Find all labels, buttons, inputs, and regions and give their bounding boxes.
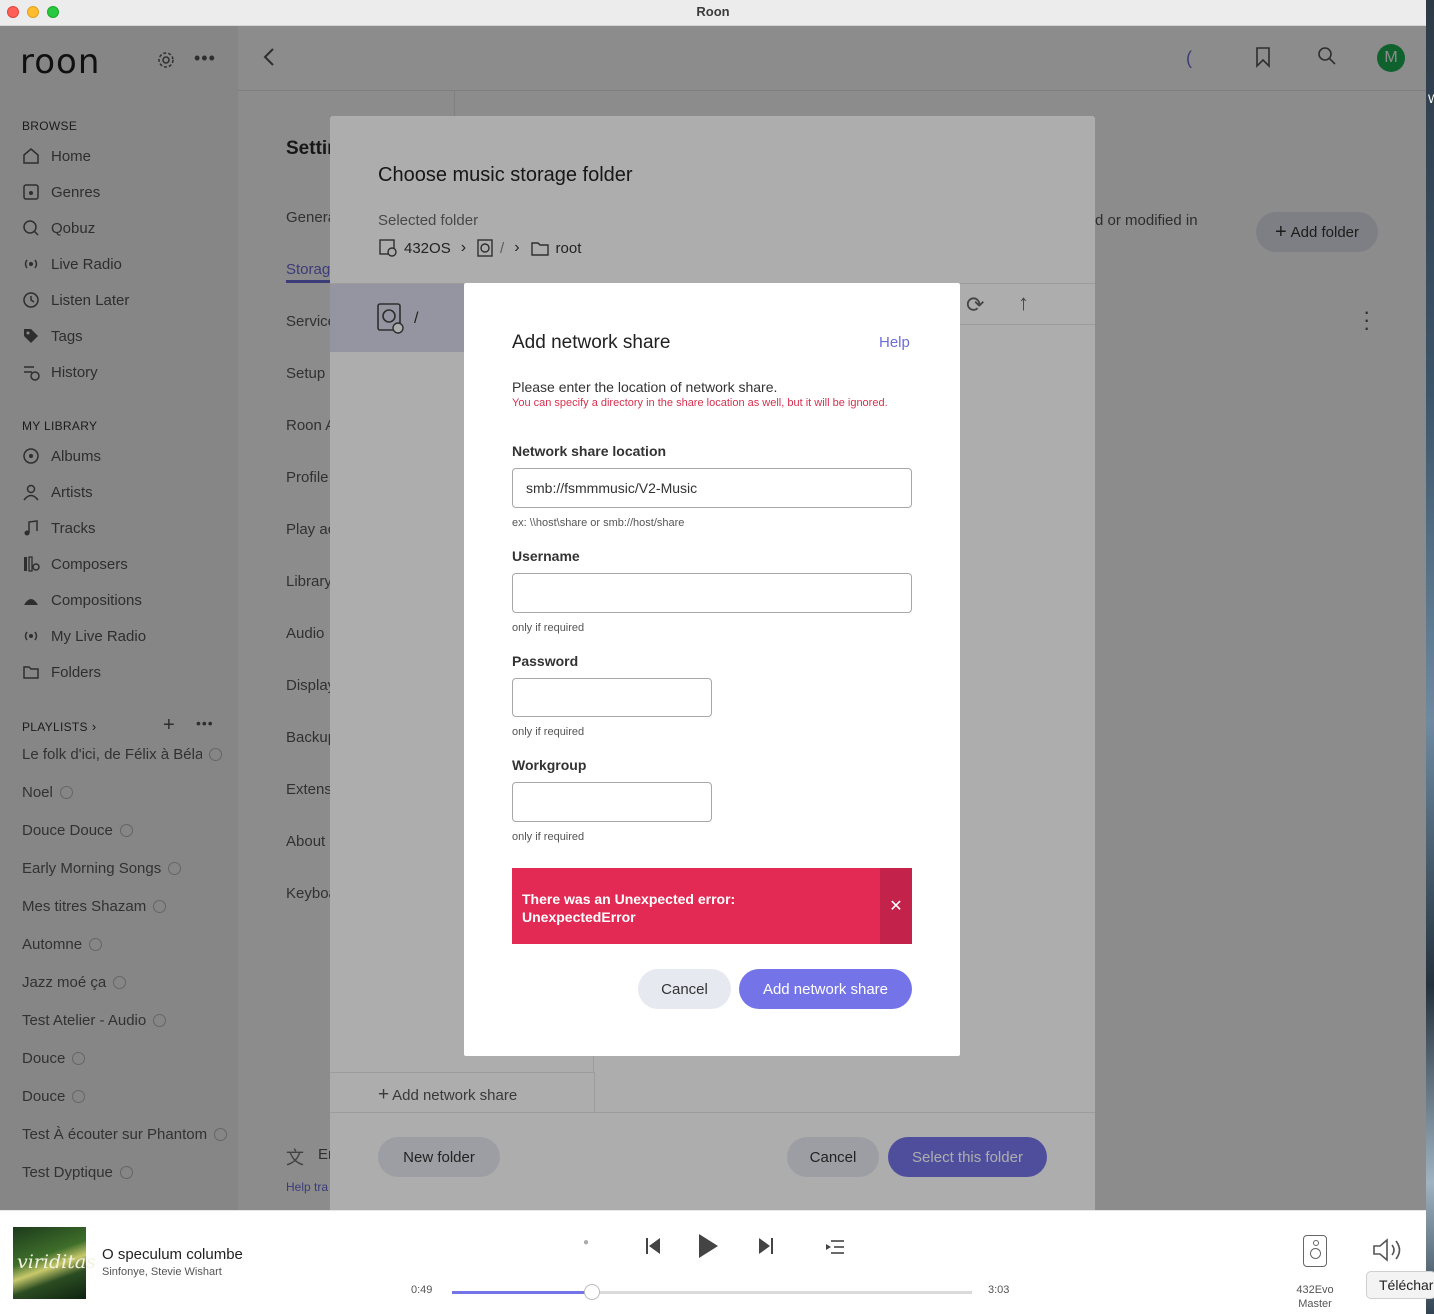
volume-icon[interactable] — [1372, 1237, 1404, 1263]
duration-time: 3:03 — [988, 1284, 1010, 1296]
zone-name: 432Evo — [1296, 1284, 1334, 1296]
dialog-title: Add network share — [512, 332, 671, 353]
next-track-icon[interactable] — [758, 1237, 774, 1255]
window-titlebar: Roon — [0, 0, 1426, 26]
cancel-button[interactable]: Cancel — [638, 969, 731, 1009]
username-label: Username — [512, 548, 580, 564]
username-input[interactable] — [512, 573, 912, 613]
workgroup-input[interactable] — [512, 782, 712, 822]
shuffle-dot-icon[interactable]: ● — [583, 1237, 589, 1248]
album-cover[interactable]: viriditas — [13, 1227, 96, 1299]
download-tooltip: Télécharg — [1366, 1271, 1434, 1299]
zone-role: Master — [1298, 1298, 1332, 1310]
track-title[interactable]: O speculum columbe — [102, 1246, 243, 1263]
progress-fill — [452, 1291, 592, 1294]
zone-label[interactable]: 432Evo Master — [1290, 1283, 1340, 1311]
password-input[interactable] — [512, 678, 712, 717]
track-artist[interactable]: Sinfonye, Stevie Wishart — [102, 1266, 222, 1278]
error-banner: There was an Unexpected error: Unexpecte… — [512, 868, 912, 944]
desktop-corner-text: W — [1428, 92, 1434, 106]
desktop-background — [1426, 0, 1434, 1314]
network-share-location-input[interactable]: smb://fsmmmusic/V2-Music — [512, 468, 912, 508]
help-link[interactable]: Help — [879, 334, 910, 351]
add-network-share-button[interactable]: Add network share — [739, 969, 912, 1009]
warning-text: You can specify a directory in the share… — [512, 397, 888, 409]
password-hint: only if required — [512, 726, 585, 738]
player-bar: viriditas O speculum columbe Sinfonye, S… — [0, 1210, 1426, 1314]
username-hint: only if required — [512, 622, 585, 634]
add-network-share-dialog: Add network share Help Please enter the … — [464, 283, 960, 1056]
location-hint: ex: \\host\share or smb://host/share — [512, 517, 685, 529]
play-icon[interactable] — [697, 1233, 719, 1259]
elapsed-time: 0:49 — [411, 1284, 433, 1296]
speaker-icon[interactable] — [1303, 1235, 1327, 1267]
window-title: Roon — [696, 4, 730, 19]
progress-handle[interactable] — [584, 1284, 600, 1300]
close-icon[interactable]: ✕ — [880, 868, 912, 944]
queue-icon[interactable] — [825, 1239, 845, 1255]
workgroup-hint: only if required — [512, 831, 585, 843]
album-cover-text: viriditas — [17, 1251, 96, 1273]
previous-track-icon[interactable] — [645, 1237, 661, 1255]
intro-text: Please enter the location of network sha… — [512, 379, 778, 395]
workgroup-label: Workgroup — [512, 757, 587, 773]
error-message: There was an Unexpected error: Unexpecte… — [522, 891, 736, 925]
password-label: Password — [512, 653, 579, 669]
location-label: Network share location — [512, 443, 667, 459]
